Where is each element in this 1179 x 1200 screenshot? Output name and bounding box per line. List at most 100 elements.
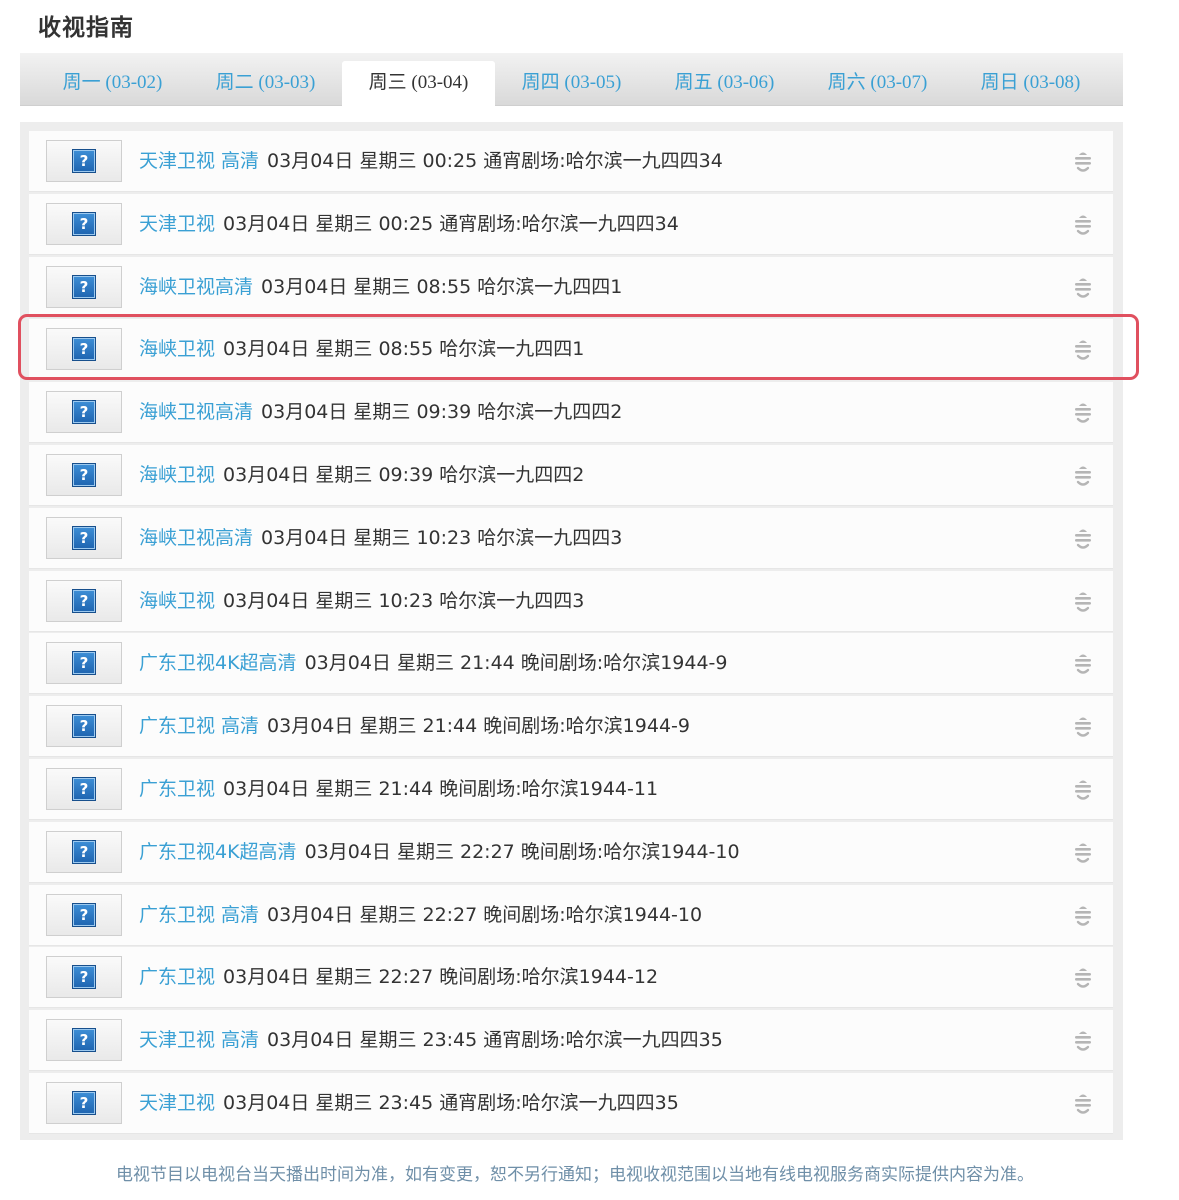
question-mark-icon: ? — [72, 588, 96, 613]
channel-link[interactable]: 海峡卫视高清 — [139, 527, 253, 549]
program-thumbnail[interactable]: ? — [46, 1082, 122, 1124]
program-row: ? 广东卫视4K超高清 03月04日 星期三 22:27 晚间剧场:哈尔滨1944-… — [29, 821, 1113, 883]
tab-saturday[interactable]: 周六 (03-07) — [801, 61, 954, 105]
channel-link[interactable]: 广东卫视 — [139, 966, 215, 988]
bell-icon[interactable] — [1073, 148, 1093, 176]
bell-icon[interactable] — [1073, 211, 1093, 239]
program-row: ? 天津卫视 高清 03月04日 星期三 00:25 通宵剧场:哈尔滨一九四四34 — [29, 131, 1113, 192]
program-thumbnail[interactable]: ? — [46, 768, 122, 810]
program-thumbnail[interactable]: ? — [46, 391, 122, 434]
day-tab-bar: 周一 (03-02) 周二 (03-03) 周三 (03-04) 周四 (03-… — [20, 53, 1123, 106]
program-thumbnail[interactable]: ? — [46, 328, 122, 371]
question-mark-icon: ? — [72, 965, 96, 990]
program-row: ? 海峡卫视 03月04日 星期三 09:39 哈尔滨一九四四2 — [29, 445, 1113, 506]
program-row: ? 天津卫视 高清 03月04日 星期三 23:45 通宵剧场:哈尔滨一九四四35 — [29, 1010, 1113, 1072]
program-text: 海峡卫视高清 03月04日 星期三 10:23 哈尔滨一九四四3 — [139, 508, 622, 568]
channel-link[interactable]: 天津卫视 高清 — [139, 150, 259, 172]
channel-link[interactable]: 广东卫视4K超高清 — [139, 841, 297, 863]
channel-link[interactable]: 天津卫视 — [139, 1092, 215, 1114]
question-mark-icon: ? — [72, 400, 96, 425]
question-mark-icon: ? — [72, 714, 96, 739]
bell-icon[interactable] — [1073, 839, 1093, 867]
question-mark-icon: ? — [72, 274, 96, 299]
bell-icon[interactable] — [1073, 525, 1093, 553]
bell-icon[interactable] — [1073, 336, 1093, 364]
channel-link[interactable]: 海峡卫视高清 — [139, 401, 253, 423]
bell-icon[interactable] — [1073, 462, 1093, 490]
channel-link[interactable]: 海峡卫视 — [139, 338, 215, 360]
channel-link[interactable]: 海峡卫视高清 — [139, 276, 253, 298]
program-text: 广东卫视 03月04日 星期三 21:44 晚间剧场:哈尔滨1944-11 — [139, 759, 658, 819]
program-row: ? 广东卫视 高清 03月04日 星期三 22:27 晚间剧场:哈尔滨1944-10 — [29, 884, 1113, 946]
tab-friday[interactable]: 周五 (03-06) — [648, 61, 801, 105]
program-text: 天津卫视 高清 03月04日 星期三 23:45 通宵剧场:哈尔滨一九四四35 — [139, 1010, 723, 1070]
program-text: 天津卫视 高清 03月04日 星期三 00:25 通宵剧场:哈尔滨一九四四34 — [139, 131, 723, 191]
tab-monday[interactable]: 周一 (03-02) — [36, 61, 189, 105]
channel-link[interactable]: 天津卫视 — [139, 213, 215, 235]
program-info: 03月04日 星期三 23:45 通宵剧场:哈尔滨一九四四35 — [223, 1092, 679, 1114]
channel-link[interactable]: 广东卫视 — [139, 778, 215, 800]
program-row: ? 广东卫视 03月04日 星期三 21:44 晚间剧场:哈尔滨1944-11 — [29, 759, 1113, 820]
bell-icon[interactable] — [1073, 713, 1093, 741]
bell-icon[interactable] — [1073, 902, 1093, 930]
program-thumbnail[interactable]: ? — [46, 705, 122, 748]
program-list: ? 天津卫视 高清 03月04日 星期三 00:25 通宵剧场:哈尔滨一九四四34?… — [20, 122, 1123, 1140]
program-thumbnail[interactable]: ? — [46, 830, 122, 873]
program-thumbnail[interactable]: ? — [46, 579, 122, 622]
program-info: 03月04日 星期三 22:27 晚间剧场:哈尔滨1944-10 — [304, 840, 740, 863]
program-info: 03月04日 星期三 00:25 通宵剧场:哈尔滨一九四四34 — [267, 150, 723, 172]
tab-wednesday[interactable]: 周三 (03-04) — [342, 61, 495, 106]
program-info: 03月04日 星期三 22:27 晚间剧场:哈尔滨1944-12 — [223, 966, 659, 989]
program-row: ? 广东卫视 高清 03月04日 星期三 21:44 晚间剧场:哈尔滨1944-9 — [29, 696, 1113, 758]
bell-icon[interactable] — [1073, 588, 1093, 616]
channel-link[interactable]: 天津卫视 高清 — [139, 1029, 259, 1051]
program-info: 03月04日 星期三 00:25 通宵剧场:哈尔滨一九四四34 — [223, 212, 679, 235]
program-info: 03月04日 星期三 08:55 哈尔滨一九四四1 — [261, 275, 623, 298]
channel-link[interactable]: 海峡卫视 — [139, 590, 215, 612]
bell-icon[interactable] — [1073, 1090, 1093, 1118]
channel-link[interactable]: 广东卫视4K超高清 — [139, 652, 297, 674]
program-thumbnail[interactable]: ? — [46, 265, 122, 308]
program-info: 03月04日 星期三 21:44 晚间剧场:哈尔滨1944-9 — [267, 715, 690, 738]
program-thumbnail[interactable]: ? — [46, 140, 122, 182]
bell-icon[interactable] — [1073, 776, 1093, 804]
bell-icon[interactable] — [1073, 274, 1093, 302]
footer-note: 电视节目以电视台当天播出时间为准，如有变更，恕不另行通知；电视收视范围以当地有线… — [116, 1165, 1034, 1185]
bell-icon[interactable] — [1073, 1027, 1093, 1055]
channel-link[interactable]: 海峡卫视 — [139, 464, 215, 486]
bell-icon[interactable] — [1073, 964, 1093, 992]
channel-link[interactable]: 广东卫视 高清 — [139, 715, 259, 737]
program-thumbnail[interactable]: ? — [46, 202, 122, 245]
question-mark-icon: ? — [72, 777, 96, 801]
program-thumbnail[interactable]: ? — [46, 454, 122, 496]
question-mark-icon: ? — [72, 1028, 96, 1053]
tab-tuesday[interactable]: 周二 (03-03) — [189, 61, 342, 105]
program-info: 03月04日 星期三 22:27 晚间剧场:哈尔滨1944-10 — [267, 903, 703, 926]
bell-icon[interactable] — [1073, 650, 1093, 678]
tab-sunday[interactable]: 周日 (03-08) — [954, 61, 1107, 105]
program-text: 天津卫视 03月04日 星期三 23:45 通宵剧场:哈尔滨一九四四35 — [139, 1073, 679, 1133]
program-thumbnail[interactable]: ? — [46, 516, 122, 559]
question-mark-icon: ? — [72, 463, 96, 487]
program-info: 03月04日 星期三 10:23 哈尔滨一九四四3 — [223, 589, 585, 612]
question-mark-icon: ? — [72, 211, 96, 236]
program-text: 广东卫视 高清 03月04日 星期三 22:27 晚间剧场:哈尔滨1944-10 — [139, 885, 702, 945]
program-text: 广东卫视 高清 03月04日 星期三 21:44 晚间剧场:哈尔滨1944-9 — [139, 696, 690, 756]
program-text: 海峡卫视 03月04日 星期三 10:23 哈尔滨一九四四3 — [139, 571, 584, 631]
program-text: 广东卫视4K超高清 03月04日 星期三 22:27 晚间剧场:哈尔滨1944-1… — [139, 822, 740, 882]
program-thumbnail[interactable]: ? — [46, 893, 122, 936]
program-row: ? 海峡卫视高清 03月04日 星期三 10:23 哈尔滨一九四四3 — [29, 507, 1113, 569]
channel-link[interactable]: 广东卫视 高清 — [139, 904, 259, 926]
program-thumbnail[interactable]: ? — [46, 1019, 122, 1062]
program-row: ? 海峡卫视 03月04日 星期三 08:55 哈尔滨一九四四1 — [29, 319, 1113, 381]
program-row: ? 广东卫视 03月04日 星期三 22:27 晚间剧场:哈尔滨1944-12 — [29, 947, 1113, 1009]
program-text: 海峡卫视 03月04日 星期三 08:55 哈尔滨一九四四1 — [139, 319, 584, 379]
program-info: 03月04日 星期三 23:45 通宵剧场:哈尔滨一九四四35 — [267, 1029, 723, 1052]
tab-thursday[interactable]: 周四 (03-05) — [495, 61, 648, 105]
question-mark-icon: ? — [72, 651, 96, 676]
program-text: 海峡卫视 03月04日 星期三 09:39 哈尔滨一九四四2 — [139, 445, 584, 505]
program-thumbnail[interactable]: ? — [46, 642, 122, 685]
bell-icon[interactable] — [1073, 399, 1093, 427]
question-mark-icon: ? — [72, 149, 96, 173]
program-thumbnail[interactable]: ? — [46, 956, 122, 999]
